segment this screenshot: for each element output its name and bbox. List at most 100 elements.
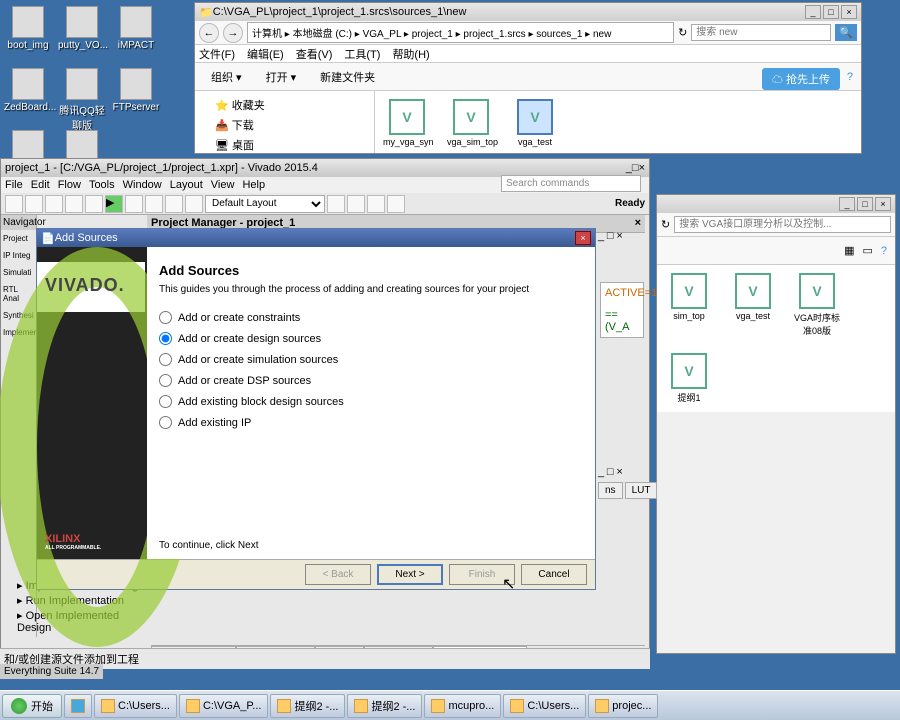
nav-section[interactable]: Simulati	[1, 264, 36, 281]
file-item[interactable]: my_vga_syn	[383, 99, 431, 147]
search-icon[interactable]: 🔍	[835, 24, 857, 41]
menu-item[interactable]: 工具(T)	[344, 46, 380, 62]
file-item[interactable]: vga_test	[729, 273, 777, 321]
minimize-button[interactable]: _	[805, 5, 821, 19]
close-button[interactable]: ×	[875, 197, 891, 211]
impl-icon[interactable]	[165, 195, 183, 213]
upload-badge[interactable]: ☁ 抢先上传	[762, 68, 840, 90]
radio-label[interactable]: Add or create design sources	[178, 333, 321, 345]
explorer1-titlebar[interactable]: 📁 C:\VGA_PL\project_1\project_1.srcs\sou…	[195, 3, 861, 21]
help-icon[interactable]: ?	[847, 71, 853, 83]
radio-option[interactable]: Add or create constraints	[159, 311, 583, 324]
close-icon[interactable]: ×	[616, 230, 622, 242]
tab-ns[interactable]: ns	[598, 482, 623, 499]
tree-desktop[interactable]: 🖥 桌面	[199, 135, 370, 155]
menu-item[interactable]: File	[5, 179, 23, 191]
radio-input[interactable]	[159, 395, 172, 408]
menu-item[interactable]: Edit	[31, 179, 50, 191]
new-icon[interactable]	[5, 195, 23, 213]
taskbar-item[interactable]: 提纲2 -...	[347, 694, 422, 718]
taskbar-item[interactable]: projec...	[588, 694, 658, 718]
back-button[interactable]: ←	[199, 23, 219, 43]
close-button[interactable]: ×	[841, 5, 857, 19]
radio-input[interactable]	[159, 416, 172, 429]
help-icon[interactable]: ?	[881, 245, 887, 257]
open-button[interactable]: 打开 ▾	[258, 67, 305, 87]
menu-item[interactable]: 查看(V)	[296, 46, 333, 62]
view-icon[interactable]: ▦	[844, 244, 854, 257]
nav-section[interactable]: Project	[1, 230, 36, 247]
maximize-button[interactable]: □	[857, 197, 873, 211]
run-icon[interactable]: ▶	[105, 195, 123, 213]
tool-icon-3[interactable]	[367, 195, 385, 213]
file-item[interactable]: sim_top	[665, 273, 713, 321]
max-icon[interactable]: □	[607, 230, 614, 242]
radio-input[interactable]	[159, 374, 172, 387]
radio-input[interactable]	[159, 311, 172, 324]
maximize-button[interactable]: □	[632, 162, 639, 174]
explorer2-titlebar[interactable]: _ □ ×	[657, 195, 895, 213]
radio-label[interactable]: Add or create constraints	[178, 312, 300, 324]
file-item[interactable]: vga_test	[511, 99, 559, 147]
redo-icon[interactable]	[85, 195, 103, 213]
radio-input[interactable]	[159, 332, 172, 345]
layout-combo[interactable]: Default Layout	[205, 195, 325, 213]
desktop-icon[interactable]: ZedBoard...	[4, 68, 52, 113]
close-button[interactable]: ×	[639, 162, 645, 174]
min-icon[interactable]: _	[598, 230, 604, 242]
file-item[interactable]: vga_sim_top	[447, 99, 495, 147]
bitstream-icon[interactable]	[185, 195, 203, 213]
desktop-icon[interactable]: 腾讯QQ轻聊版	[58, 68, 106, 132]
menu-item[interactable]: 编辑(E)	[247, 46, 284, 62]
open-icon[interactable]	[25, 195, 43, 213]
desktop-icon[interactable]: boot_img	[4, 6, 52, 51]
radio-option[interactable]: Add or create simulation sources	[159, 353, 583, 366]
menu-item[interactable]: Help	[242, 179, 265, 191]
maximize-button[interactable]: □	[823, 5, 839, 19]
close-icon[interactable]: ×	[635, 217, 641, 229]
quick-launch[interactable]	[64, 694, 92, 718]
minimize-button[interactable]: _	[839, 197, 855, 211]
close-icon[interactable]: ×	[616, 466, 622, 478]
max-icon[interactable]: □	[607, 466, 614, 478]
radio-option[interactable]: Add or create DSP sources	[159, 374, 583, 387]
taskbar-item[interactable]: C:\VGA_P...	[179, 694, 269, 718]
tree-downloads[interactable]: 📥 下载	[199, 115, 370, 135]
radio-input[interactable]	[159, 353, 172, 366]
radio-label[interactable]: Add or create simulation sources	[178, 354, 338, 366]
address-bar[interactable]: 计算机 ▸ 本地磁盘 (C:) ▸ VGA_PL ▸ project_1 ▸ p…	[247, 22, 674, 43]
radio-label[interactable]: Add existing IP	[178, 417, 251, 429]
start-button[interactable]: 开始	[2, 694, 62, 718]
menu-item[interactable]: 帮助(H)	[392, 46, 429, 62]
stop-icon[interactable]	[125, 195, 143, 213]
nav-section[interactable]: IP Integ	[1, 247, 36, 264]
refresh-icon[interactable]: ↻	[661, 218, 670, 231]
tool-icon[interactable]	[327, 195, 345, 213]
taskbar-item[interactable]: C:\Users...	[94, 694, 177, 718]
radio-option[interactable]: Add existing block design sources	[159, 395, 583, 408]
cancel-button[interactable]: Cancel	[521, 564, 587, 585]
menu-item[interactable]: 文件(F)	[199, 46, 235, 62]
search-input[interactable]	[674, 216, 891, 233]
preview-icon[interactable]: ▭	[862, 244, 872, 257]
tool-icon-4[interactable]	[387, 195, 405, 213]
menu-item[interactable]: Layout	[170, 179, 203, 191]
menu-item[interactable]: Window	[123, 179, 162, 191]
desktop-icon[interactable]: iMPACT	[112, 6, 160, 51]
taskbar-item[interactable]: mcupro...	[424, 694, 501, 718]
file-item[interactable]: VGA时序标准08版	[793, 273, 841, 337]
radio-option[interactable]: Add or create design sources	[159, 332, 583, 345]
dialog-titlebar[interactable]: 📄 Add Sources ×	[37, 229, 595, 247]
refresh-icon[interactable]: ↻	[678, 26, 687, 39]
forward-button[interactable]: →	[223, 23, 243, 43]
menu-item[interactable]: View	[211, 179, 235, 191]
radio-label[interactable]: Add existing block design sources	[178, 396, 344, 408]
tree-favorites[interactable]: ⭐ 收藏夹	[199, 95, 370, 115]
save-icon[interactable]	[45, 195, 63, 213]
desktop-icon[interactable]: putty_VO...	[58, 6, 106, 51]
file-item[interactable]: 提纲1	[665, 353, 713, 404]
tab-lut[interactable]: LUT	[625, 482, 658, 499]
vivado-search[interactable]: Search commands	[501, 175, 641, 192]
min-icon[interactable]: _	[598, 466, 604, 478]
dialog-close-button[interactable]: ×	[575, 231, 591, 245]
